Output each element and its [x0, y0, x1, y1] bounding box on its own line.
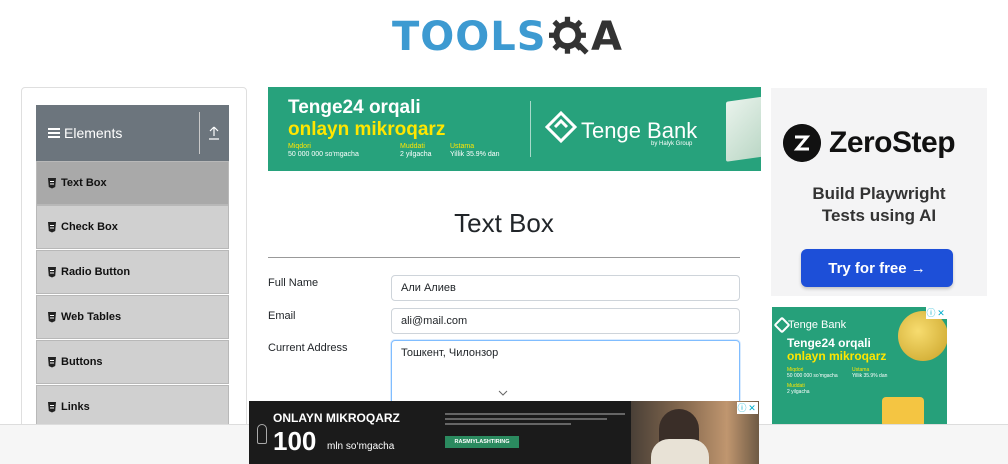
- sidebar-item-label: Links: [61, 401, 90, 413]
- ad-brand: ZeroStep: [829, 126, 956, 159]
- current-address-label: Current Address: [268, 342, 348, 354]
- info-icon[interactable]: ⓘ: [737, 402, 747, 414]
- sidebar-item-radio-button[interactable]: Radio Button: [36, 250, 229, 294]
- html-file-icon: [48, 311, 56, 322]
- html-file-icon: [48, 401, 56, 412]
- sidebar-item-label: Web Tables: [61, 311, 122, 323]
- header-divider: [199, 112, 200, 154]
- ad-col3-value: 2 yilgacha: [787, 389, 810, 395]
- chevron-down-icon: [498, 390, 508, 396]
- email-label: Email: [268, 310, 296, 322]
- try-for-free-button[interactable]: Try for free →: [801, 249, 953, 287]
- collapse-arrow-icon[interactable]: [207, 126, 221, 140]
- ad-col3-label: Ustama: [450, 143, 475, 150]
- current-address-textarea[interactable]: Тошкент, Чилонзор: [391, 340, 740, 410]
- ad-amount-unit: mln so‘mgacha: [327, 441, 395, 452]
- sidebar-item-web-tables[interactable]: Web Tables: [36, 295, 229, 339]
- ad-headline-2: onlayn mikroqarz: [288, 119, 446, 140]
- title-divider: [268, 257, 740, 258]
- info-icon[interactable]: ⓘ: [926, 307, 936, 319]
- money-stack-image: [726, 96, 761, 162]
- ad-col1-label: Miqdori: [288, 143, 311, 150]
- elements-group-header[interactable]: Elements: [36, 105, 229, 161]
- ad-headline-2: onlayn mikroqarz: [787, 349, 887, 363]
- percent-sign-image: [882, 397, 924, 424]
- tenge-bank-side-ad[interactable]: Tenge Bank Tenge24 orqali onlayn mikroqa…: [772, 307, 947, 424]
- html-file-icon: [48, 266, 56, 277]
- sidebar-item-label: Buttons: [61, 356, 103, 368]
- ad-amount: 100: [273, 426, 317, 456]
- sidebar-item-buttons[interactable]: Buttons: [36, 340, 229, 384]
- close-icon[interactable]: ✕: [936, 307, 946, 319]
- rasmiylashtiring-button[interactable]: RASMIYLASHTIRING: [445, 436, 519, 448]
- zerostep-logo-icon: [783, 124, 821, 162]
- ad-fine-print: [445, 413, 625, 433]
- html-file-icon: [48, 356, 56, 367]
- top-banner-ad[interactable]: Tenge24 orqali onlayn mikroqarz Miqdori …: [268, 87, 761, 171]
- logo-text-a: A: [591, 14, 622, 60]
- sidebar-item-label: Text Box: [61, 177, 107, 189]
- ad-col2-value: Yillik 35.9% dan: [852, 373, 888, 379]
- ad-headline-1: Tenge24 orqali: [288, 97, 421, 118]
- ad-brand: Tenge Bank: [788, 319, 847, 331]
- ad-col3-value: Yillik 35.9% dan: [450, 151, 500, 158]
- ad-col1-value: 50 000 000 so‘mgacha: [787, 373, 838, 379]
- ad-choices-badge[interactable]: ⓘ ✕: [737, 402, 758, 414]
- menu-icon: [48, 128, 60, 138]
- ad-tagline-1: Build Playwright: [812, 184, 946, 203]
- ad-headline: ONLAYN MIKROQARZ: [273, 411, 400, 425]
- ad-tagline-2: Tests using AI: [821, 206, 937, 225]
- group-label: Elements: [64, 125, 123, 141]
- email-input[interactable]: [391, 308, 740, 334]
- html-file-icon: [48, 221, 56, 232]
- sidebar-item-label: Radio Button: [61, 266, 131, 278]
- ad-choices-badge[interactable]: ⓘ ✕: [926, 307, 947, 319]
- ad-col1-value: 50 000 000 so‘mgacha: [288, 151, 359, 158]
- logo-text-tools: TOOLS: [392, 14, 547, 60]
- page-title: Text Box: [454, 208, 554, 238]
- html-file-icon: [48, 177, 56, 188]
- gear-magnifier-icon: [548, 16, 589, 55]
- close-icon[interactable]: ✕: [747, 402, 757, 414]
- zerostep-ad[interactable]: ZeroStep Build Playwright Tests using AI…: [771, 88, 987, 296]
- ad-col2-label: Muddati: [400, 143, 425, 150]
- sidebar-item-links[interactable]: Links: [36, 385, 229, 429]
- full-name-label: Full Name: [268, 277, 319, 289]
- ad-separator: [530, 101, 531, 157]
- ad-headline-1: Tenge24 orqali: [787, 336, 871, 350]
- sidebar-item-check-box[interactable]: Check Box: [36, 205, 229, 249]
- bottom-sticky-ad[interactable]: ONLAYN MIKROQARZ 100 mln so‘mgacha RASMI…: [249, 401, 759, 464]
- sidebar-item-label: Check Box: [61, 221, 118, 233]
- site-logo[interactable]: TOOLS A: [392, 10, 622, 64]
- ad-person-shirt: [651, 439, 709, 464]
- lightbulb-icon: [257, 424, 267, 444]
- tenge-bank-logo-icon: [545, 111, 577, 144]
- full-name-input[interactable]: [391, 275, 740, 301]
- sidebar-item-text-box[interactable]: Text Box: [36, 161, 229, 205]
- ad-brand-sub: by Halyk Group: [651, 141, 693, 147]
- ad-col2-value: 2 yilgacha: [400, 151, 432, 158]
- page: TOOLS A Elements Text Box Check Box Radi…: [0, 0, 1008, 464]
